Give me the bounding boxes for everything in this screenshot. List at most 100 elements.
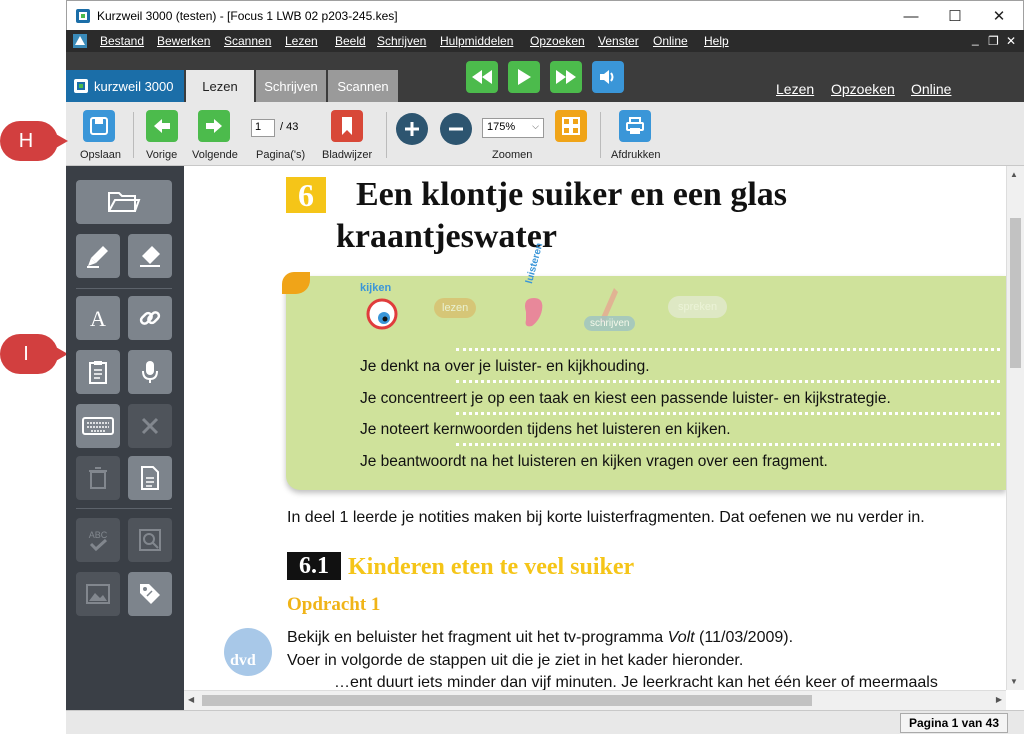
bookmark-button[interactable]	[331, 110, 363, 142]
horizontal-scrollbar[interactable]: ◀ ▶	[184, 690, 1006, 710]
close-button[interactable]: ✕	[977, 1, 1021, 31]
svg-text:ABC: ABC	[89, 530, 108, 540]
document-view[interactable]: 6 Een klontje suiker en een glas kraantj…	[184, 166, 1006, 690]
fit-page-button[interactable]	[555, 110, 587, 142]
page-number-input[interactable]: 1	[251, 119, 275, 137]
dotted-rule	[456, 443, 1000, 446]
eraser-button[interactable]	[128, 234, 172, 278]
volume-button[interactable]	[592, 61, 624, 93]
arrow-left-icon	[154, 119, 170, 133]
tag-button[interactable]	[128, 572, 172, 616]
spellcheck-button[interactable]: ABC	[76, 518, 120, 562]
spellcheck-icon: ABC	[89, 530, 108, 552]
exercise-title: Opdracht 1	[287, 594, 381, 615]
print-label: Afdrukken	[611, 149, 661, 161]
menu-bestand[interactable]: Bestand	[100, 34, 144, 48]
highlighter-button[interactable]	[76, 234, 120, 278]
callout-i: I	[0, 334, 68, 374]
previous-label: Vorige	[146, 149, 178, 161]
menu-help[interactable]: Help	[704, 34, 729, 48]
menu-bewerken[interactable]: Bewerken	[157, 34, 210, 48]
save-button[interactable]	[83, 110, 115, 142]
delete-button[interactable]	[128, 404, 172, 448]
folder-icon	[108, 192, 141, 212]
zoom-value: 175%	[487, 121, 516, 133]
zoom-in-button[interactable]	[396, 113, 428, 145]
keyboard-button[interactable]	[76, 404, 120, 448]
menu-venster[interactable]: Venster	[598, 34, 639, 48]
link-opzoeken[interactable]: Opzoeken	[831, 81, 895, 97]
menu-lezen[interactable]: Lezen	[285, 34, 318, 48]
fast-forward-icon	[556, 70, 576, 84]
brand-name: kurzweil 3000	[94, 78, 174, 94]
doc-close-button[interactable]: ✕	[1006, 34, 1016, 48]
scroll-up-icon[interactable]: ▲	[1010, 170, 1018, 179]
sidebar-divider	[76, 288, 172, 289]
body-line-3: …ent duurt iets minder dan vijf minuten.…	[334, 674, 938, 690]
scroll-right-icon[interactable]: ▶	[996, 695, 1002, 704]
app-icon	[76, 9, 90, 23]
next-button[interactable]	[198, 110, 230, 142]
link-lezen[interactable]: Lezen	[776, 81, 814, 97]
menu-scannen[interactable]: Scannen	[224, 34, 271, 48]
open-file-button[interactable]	[76, 180, 172, 224]
document-menu-icon[interactable]	[72, 33, 88, 49]
page-status: Pagina 1 van 43	[900, 713, 1008, 733]
link-online[interactable]: Online	[911, 81, 951, 97]
image-search-button[interactable]	[128, 518, 172, 562]
picture-button[interactable]	[76, 572, 120, 616]
menu-hulpmiddelen[interactable]: Hulpmiddelen	[440, 34, 513, 48]
tab-schrijven[interactable]: Schrijven	[256, 70, 326, 102]
scroll-thumb[interactable]	[1010, 218, 1021, 368]
clipboard-button[interactable]	[76, 350, 120, 394]
zoom-select[interactable]: 175% ⌵	[482, 118, 544, 138]
menu-schrijven[interactable]: Schrijven	[377, 34, 426, 48]
scroll-down-icon[interactable]: ▼	[1010, 677, 1018, 686]
chain-link-icon	[139, 311, 161, 325]
text-note-button[interactable]: A	[76, 296, 120, 340]
ear-icon	[514, 286, 554, 336]
link-button[interactable]	[128, 296, 172, 340]
menu-beeld[interactable]: Beeld	[335, 34, 366, 48]
callout-h: H	[0, 121, 68, 161]
tab-bar: kurzweil 3000 Lezen Schrijven Scannen Le…	[66, 52, 1024, 102]
maximize-button[interactable]: ☐	[933, 1, 977, 31]
printer-icon	[626, 117, 644, 134]
tab-scannen[interactable]: Scannen	[328, 70, 398, 102]
rewind-button[interactable]	[466, 61, 498, 93]
dotted-rule	[456, 412, 1000, 415]
tab-lezen[interactable]: Lezen	[186, 70, 254, 102]
fast-forward-button[interactable]	[550, 61, 582, 93]
picture-icon	[86, 584, 110, 604]
dvd-label: dvd	[230, 652, 256, 669]
vertical-scrollbar[interactable]: ▲ ▼	[1006, 166, 1024, 690]
scroll-left-icon[interactable]: ◀	[188, 695, 194, 704]
doc-restore-button[interactable]: ❐	[988, 34, 999, 48]
goal-item: Je beantwoordt na het luisteren en kijke…	[360, 453, 828, 470]
document-button[interactable]	[128, 456, 172, 500]
play-button[interactable]	[508, 61, 540, 93]
previous-button[interactable]	[146, 110, 178, 142]
trash-button[interactable]	[76, 456, 120, 500]
grid-icon	[562, 117, 580, 135]
microphone-button[interactable]	[128, 350, 172, 394]
doc-minimize-button[interactable]: _	[972, 32, 979, 46]
sidebar-divider	[76, 508, 172, 509]
print-button[interactable]	[619, 110, 651, 142]
learning-goals-box: kijken lezen luisteren schrijven spreken…	[282, 242, 1006, 490]
rewind-icon	[472, 70, 492, 84]
body-line-1: Bekijk en beluister het fragment uit het…	[287, 629, 793, 647]
scroll-thumb[interactable]	[202, 695, 812, 706]
chapter-title-line2: kraantjeswater	[336, 218, 557, 255]
bookmark-icon	[342, 117, 352, 135]
menu-opzoeken[interactable]: Opzoeken	[530, 34, 585, 48]
skill-label: spreken	[668, 296, 728, 318]
plus-icon	[405, 122, 419, 136]
corner-tab	[282, 272, 310, 294]
menu-online[interactable]: Online	[653, 34, 688, 48]
play-icon	[518, 69, 531, 85]
document-icon	[141, 466, 159, 490]
minimize-button[interactable]: —	[889, 1, 933, 31]
zoom-out-button[interactable]	[440, 113, 472, 145]
arrow-right-icon	[206, 119, 222, 133]
